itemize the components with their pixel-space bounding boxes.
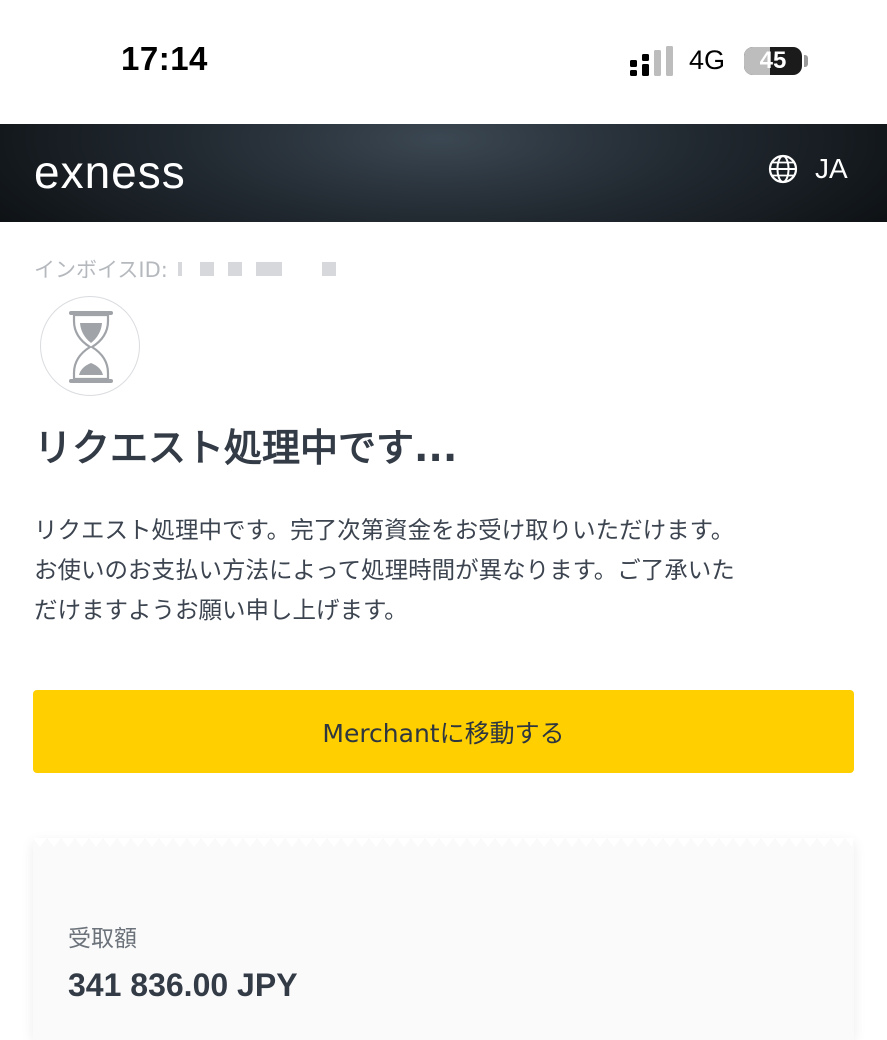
invoice-id-redacted bbox=[322, 262, 336, 276]
exness-logo[interactable]: exness bbox=[34, 140, 186, 204]
processing-description: リクエスト処理中です。完了次第資金をお受け取りいただけます。 お使いのお支払い方… bbox=[34, 510, 864, 630]
status-time: 17:14 bbox=[121, 40, 208, 77]
receipt-card bbox=[33, 840, 854, 1040]
battery-level: 45 bbox=[759, 47, 787, 74]
description-line: リクエスト処理中です。完了次第資金をお受け取りいただけます。 bbox=[34, 516, 735, 544]
description-line: だけますようお願い申し上げます。 bbox=[34, 596, 408, 624]
hourglass-icon bbox=[69, 311, 113, 383]
language-selector[interactable]: JA bbox=[815, 151, 848, 187]
invoice-id-redacted bbox=[256, 262, 282, 276]
receipt-zigzag-edge bbox=[33, 838, 854, 847]
page-title: リクエスト処理中です... bbox=[34, 426, 458, 470]
invoice-id-label: インボイスID: bbox=[34, 258, 168, 282]
signal-strength-icon bbox=[630, 46, 673, 76]
globe-icon[interactable] bbox=[768, 154, 798, 184]
invoice-id-redacted bbox=[178, 262, 182, 276]
hourglass-badge bbox=[40, 296, 140, 396]
received-amount-label: 受取額 bbox=[68, 926, 137, 952]
network-type: 4G bbox=[689, 45, 726, 75]
battery-icon: 45 bbox=[744, 47, 802, 75]
invoice-id-redacted bbox=[228, 262, 242, 276]
invoice-id-redacted bbox=[200, 262, 214, 276]
battery-tip bbox=[804, 55, 808, 67]
received-amount-value: 341 836.00 JPY bbox=[68, 967, 298, 1003]
description-line: お使いのお支払い方法によって処理時間が異なります。ご了承いた bbox=[34, 556, 735, 584]
go-to-merchant-button[interactable]: Merchantに移動する bbox=[33, 690, 854, 773]
